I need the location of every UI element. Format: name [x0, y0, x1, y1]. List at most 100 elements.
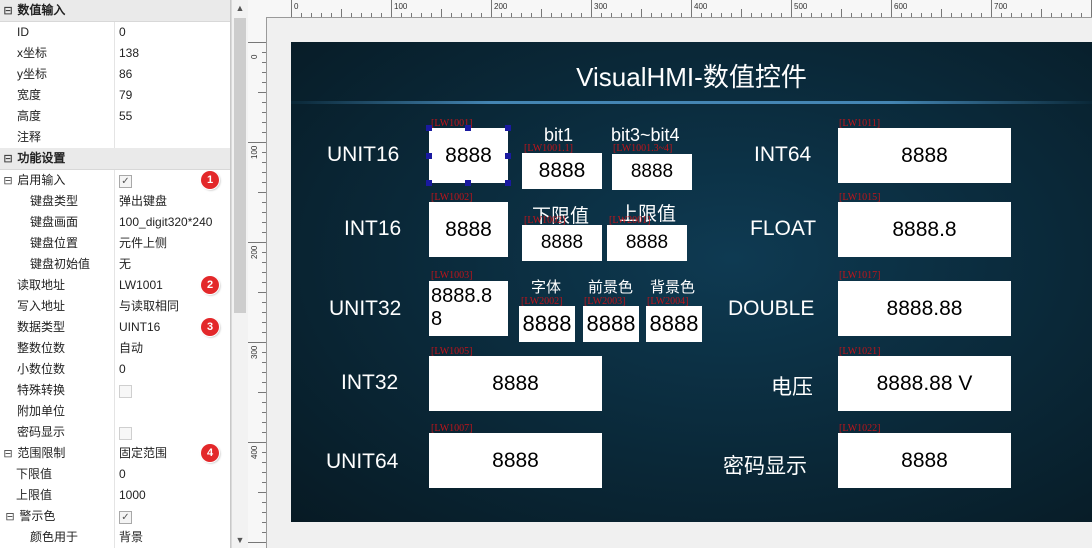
selection-handle[interactable]: [465, 180, 471, 186]
property-name: y坐标: [0, 64, 130, 85]
property-row[interactable]: ⊟ 警示色 ✓: [0, 506, 230, 527]
selection-handle[interactable]: [426, 153, 432, 159]
numeric-input-int64[interactable]: 8888: [838, 128, 1011, 183]
property-row[interactable]: ⊟ 启用输入 ✓ 1: [0, 170, 230, 191]
property-value[interactable]: 与读取相同: [114, 296, 230, 317]
property-value[interactable]: 0: [114, 22, 230, 43]
property-value[interactable]: 0: [114, 359, 230, 380]
collapse-toggle-icon[interactable]: ⊟: [2, 444, 14, 464]
property-row[interactable]: 键盘类型 弹出键盘: [0, 191, 230, 212]
selection-handle[interactable]: [505, 153, 511, 159]
design-canvas[interactable]: 0100200300400500600700800 0100200300400 …: [248, 0, 1092, 548]
property-value[interactable]: 自动: [114, 338, 230, 359]
property-row[interactable]: 写入地址 与读取相同: [0, 296, 230, 317]
property-value[interactable]: 无: [114, 254, 230, 275]
numeric-input-background-color[interactable]: 8888: [646, 306, 702, 342]
numeric-input-int16[interactable]: 8888: [429, 202, 508, 257]
ruler-label: 400: [250, 445, 259, 459]
checkbox[interactable]: ✓: [119, 175, 132, 188]
ruler-label: 0: [250, 54, 259, 59]
numeric-input-bit3-bit4[interactable]: 8888: [612, 154, 692, 190]
selection-handle[interactable]: [505, 180, 511, 186]
checkbox[interactable]: ✓: [119, 511, 132, 524]
collapse-toggle-icon[interactable]: ⊟: [4, 507, 16, 527]
property-value[interactable]: ✓: [114, 506, 230, 527]
property-row[interactable]: 小数位数 0: [0, 359, 230, 380]
checkbox[interactable]: ✓: [119, 427, 132, 440]
label-background-color: 背景色: [650, 279, 696, 296]
property-value[interactable]: 背景: [114, 527, 230, 548]
numeric-input-foreground-color[interactable]: 8888: [583, 306, 639, 342]
property-value[interactable]: [114, 127, 230, 148]
property-row[interactable]: 宽度 79: [0, 85, 230, 106]
collapse-toggle-icon[interactable]: ⊟: [2, 1, 14, 21]
property-value[interactable]: 0: [114, 464, 230, 485]
property-row[interactable]: x坐标 138: [0, 43, 230, 64]
collapse-toggle-icon[interactable]: ⊟: [2, 149, 14, 169]
numeric-input-voltage[interactable]: 8888.88 V: [838, 356, 1011, 411]
address-lw1001-3-4: [LW1001.3~4]: [613, 143, 673, 154]
property-value[interactable]: 弹出键盘: [114, 191, 230, 212]
numeric-input-unit32[interactable]: 8888.8 8: [429, 281, 508, 336]
property-section-header[interactable]: ⊟ 功能设置: [0, 148, 230, 170]
property-row[interactable]: 高度 55: [0, 106, 230, 127]
scrollbar-thumb[interactable]: [234, 18, 246, 313]
property-value[interactable]: 100_digit320*240: [114, 212, 230, 233]
numeric-input-lower-limit[interactable]: 8888: [522, 225, 602, 261]
property-row[interactable]: 读取地址 LW1001 2: [0, 275, 230, 296]
scroll-down-icon[interactable]: ▼: [232, 532, 248, 548]
property-value[interactable]: 138: [114, 43, 230, 64]
property-row[interactable]: 数据类型 UINT16 3: [0, 317, 230, 338]
numeric-input-password[interactable]: 8888: [838, 433, 1011, 488]
property-panel: ⊟ 数值输入 ID 0 x坐标 138 y坐标 86 宽度 79 高度 55 注释 ⊟ 功能设置 ⊟ 启用…: [0, 0, 231, 548]
numeric-input-upper-limit[interactable]: 8888: [607, 225, 687, 261]
property-panel-scrollbar[interactable]: ▲ ▼: [231, 0, 248, 548]
property-row[interactable]: ID 0: [0, 22, 230, 43]
property-value[interactable]: [114, 401, 230, 422]
property-row[interactable]: 密码显示 ✓: [0, 422, 230, 443]
property-row[interactable]: 颜色用于 背景: [0, 527, 230, 548]
ruler-label: 600: [894, 2, 908, 11]
label-foreground-color: 前景色: [588, 279, 634, 296]
property-row[interactable]: ⊟ 范围限制 固定范围 4: [0, 443, 230, 464]
selection-handle[interactable]: [505, 125, 511, 131]
property-row[interactable]: 键盘初始值 无: [0, 254, 230, 275]
collapse-toggle-icon[interactable]: ⊟: [2, 171, 14, 191]
ruler-label: 300: [250, 345, 259, 359]
property-value-text: LW1001: [119, 278, 163, 292]
property-section-header[interactable]: ⊟ 数值输入: [0, 0, 230, 22]
property-row[interactable]: 键盘位置 元件上侧: [0, 233, 230, 254]
property-value[interactable]: 元件上侧: [114, 233, 230, 254]
property-row[interactable]: 特殊转换 ✓: [0, 380, 230, 401]
property-row[interactable]: 上限值 1000: [0, 485, 230, 506]
numeric-input-unit16[interactable]: 8888: [429, 128, 508, 183]
property-value[interactable]: 79: [114, 85, 230, 106]
property-name-text: 上限值: [16, 488, 53, 502]
property-row[interactable]: 下限值 0: [0, 464, 230, 485]
numeric-input-float[interactable]: 8888.8: [838, 202, 1011, 257]
property-value[interactable]: ✓: [114, 380, 230, 401]
property-row[interactable]: 整数位数 自动: [0, 338, 230, 359]
property-name-text: 范围限制: [17, 446, 66, 460]
numeric-input-font[interactable]: 8888: [519, 306, 575, 342]
property-row[interactable]: 键盘画面 100_digit320*240: [0, 212, 230, 233]
property-value[interactable]: 1000: [114, 485, 230, 506]
selection-handle[interactable]: [465, 125, 471, 131]
property-value[interactable]: 86: [114, 64, 230, 85]
numeric-input-int32[interactable]: 8888: [429, 356, 602, 411]
scroll-up-icon[interactable]: ▲: [232, 0, 248, 16]
label-float: FLOAT: [750, 217, 817, 240]
property-row[interactable]: 附加单位: [0, 401, 230, 422]
selection-handle[interactable]: [426, 180, 432, 186]
property-row[interactable]: 注释: [0, 127, 230, 148]
property-value[interactable]: 55: [114, 106, 230, 127]
property-row[interactable]: y坐标 86: [0, 64, 230, 85]
property-value[interactable]: ✓: [114, 422, 230, 443]
checkbox[interactable]: ✓: [119, 385, 132, 398]
numeric-input-unit64[interactable]: 8888: [429, 433, 602, 488]
horizontal-ruler: 0100200300400500600700800: [248, 0, 1092, 18]
hmi-screen[interactable]: VisualHMI-数值控件 UNIT16 [LW1001] 8888 bit1…: [291, 42, 1092, 522]
numeric-input-double[interactable]: 8888.88: [838, 281, 1011, 336]
numeric-input-bit1[interactable]: 8888: [522, 153, 602, 189]
selection-handle[interactable]: [426, 125, 432, 131]
